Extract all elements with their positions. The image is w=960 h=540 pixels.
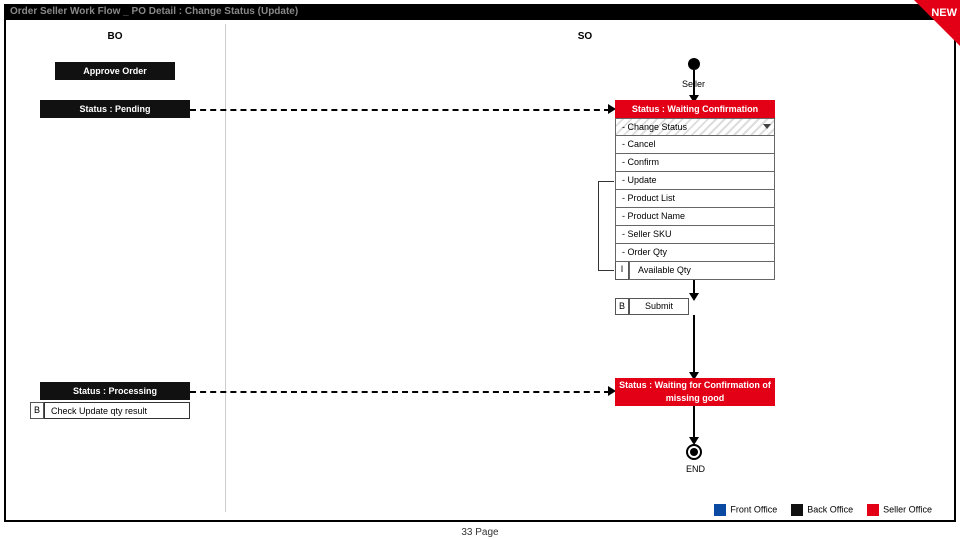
row-seller-sku: - Seller SKU bbox=[615, 226, 775, 244]
bracket-connector bbox=[598, 181, 614, 271]
legend-back: Back Office bbox=[791, 504, 853, 516]
start-node-icon bbox=[688, 58, 700, 70]
legend-swatch-front bbox=[714, 504, 726, 516]
dashed-connector-1 bbox=[190, 109, 610, 111]
legend-swatch-seller bbox=[867, 504, 879, 516]
row-product-list: - Product List bbox=[615, 190, 775, 208]
flow-line-1 bbox=[693, 70, 695, 98]
flow-line-4 bbox=[693, 406, 695, 440]
end-label: END bbox=[686, 464, 705, 474]
row-update[interactable]: - Update bbox=[615, 172, 775, 190]
chevron-down-icon bbox=[763, 124, 771, 129]
bo-status-processing: Status : Processing bbox=[40, 382, 190, 400]
legend-front: Front Office bbox=[714, 504, 777, 516]
page-number: 33 bbox=[461, 527, 472, 538]
bo-approve-order: Approve Order bbox=[55, 62, 175, 80]
bo-check-tag: B bbox=[30, 402, 44, 419]
column-divider bbox=[225, 24, 226, 512]
new-ribbon-label: NEW bbox=[931, 7, 957, 19]
flow-line-3 bbox=[693, 315, 695, 375]
column-header-so: SO bbox=[230, 30, 940, 44]
row-change-status[interactable]: - Change Status bbox=[615, 118, 775, 136]
page-word: Page bbox=[475, 527, 498, 538]
column-header-bo: BO bbox=[20, 30, 210, 44]
page-footer: 33 Page bbox=[0, 527, 960, 538]
submit-button[interactable]: Submit bbox=[629, 298, 689, 315]
page-title: Order Seller Work Flow _ PO Detail : Cha… bbox=[10, 6, 298, 17]
row-change-status-label: - Change Status bbox=[622, 122, 687, 132]
row-order-qty: - Order Qty bbox=[615, 244, 775, 262]
title-bar: Order Seller Work Flow _ PO Detail : Cha… bbox=[4, 4, 956, 20]
so-status-waiting-confirmation: Status : Waiting Confirmation bbox=[615, 100, 775, 118]
row-confirm[interactable]: - Confirm bbox=[615, 154, 775, 172]
page-frame bbox=[4, 4, 956, 522]
so-status-waiting-missing: Status : Waiting for Confirmation of mis… bbox=[615, 378, 775, 406]
row-available-qty-tag: I bbox=[615, 262, 629, 280]
bo-status-pending: Status : Pending bbox=[40, 100, 190, 118]
row-available-qty[interactable]: Available Qty bbox=[629, 262, 775, 280]
dashed-connector-2 bbox=[190, 391, 610, 393]
row-cancel[interactable]: - Cancel bbox=[615, 136, 775, 154]
legend: Front Office Back Office Seller Office bbox=[714, 504, 932, 516]
end-node-icon bbox=[686, 444, 702, 460]
legend-swatch-back bbox=[791, 504, 803, 516]
bo-check-update: Check Update qty result bbox=[44, 402, 190, 419]
legend-seller: Seller Office bbox=[867, 504, 932, 516]
arrow-down-icon-2 bbox=[689, 293, 699, 301]
row-product-name: - Product Name bbox=[615, 208, 775, 226]
submit-tag: B bbox=[615, 298, 629, 315]
